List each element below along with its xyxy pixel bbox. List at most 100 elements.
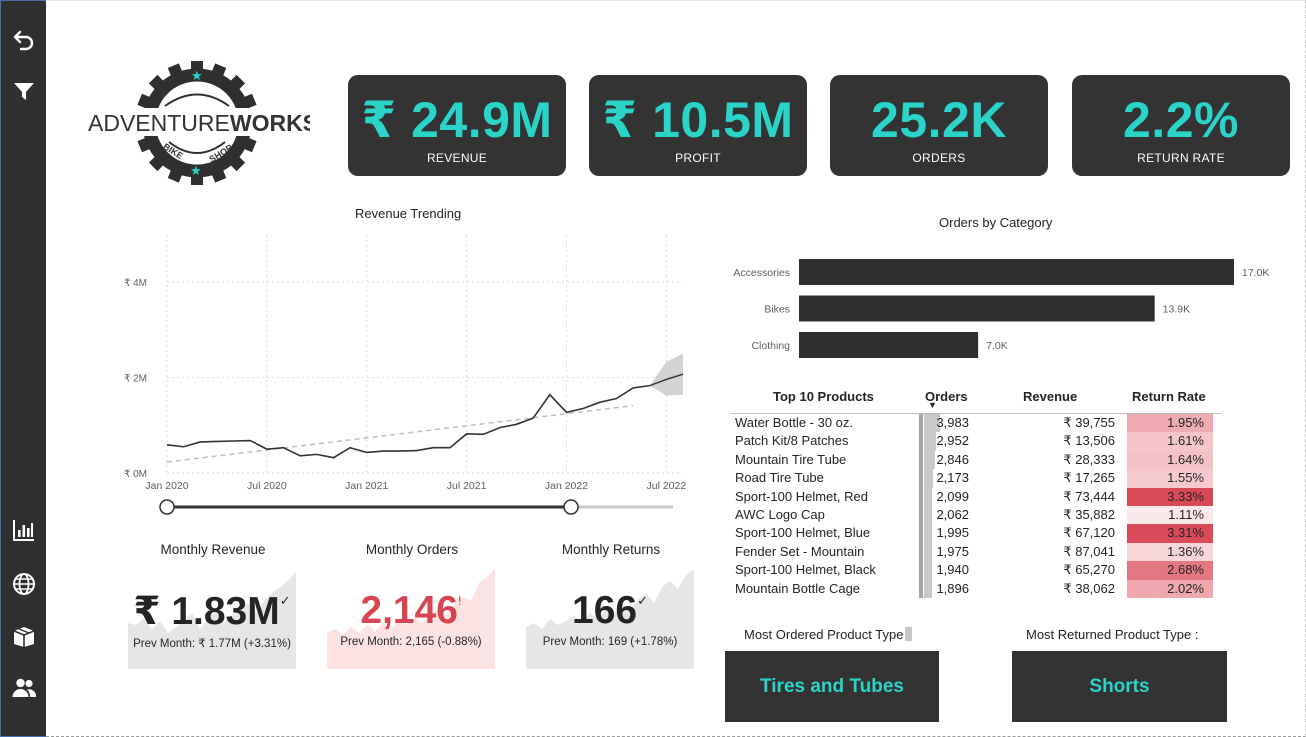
kpi-card-orders[interactable]: 25.2K ORDERS [830, 75, 1048, 176]
filter-button[interactable] [8, 75, 40, 107]
product-page-button[interactable] [8, 620, 40, 652]
category-bar[interactable] [799, 332, 979, 358]
table-row[interactable]: 3.31% Sport-100 Helmet, Blue 1,995 ₹ 67,120 [731, 524, 1221, 543]
x-tick-label: Jan 2021 [345, 480, 388, 492]
orders-by-category-title: Orders by Category [939, 215, 1053, 230]
category-label: Bikes [764, 304, 790, 316]
revenue-trend-chart[interactable]: Jan 2020 Jul 2020 Jan 2021 Jul 2021 Jan 2022… [110, 230, 700, 530]
product-name: Road Tire Tube [735, 470, 824, 486]
kpi-label: ORDERS [912, 151, 966, 165]
slider-handle-start[interactable] [159, 499, 175, 515]
revenue-value: ₹ 28,333 [1063, 451, 1115, 467]
monthly-returns-card[interactable]: 166✓ Prev Month: 169 (+1.78%) [526, 563, 694, 669]
table-row[interactable]: 2.02% Mountain Bottle Cage 1,896 ₹ 38,062 [731, 579, 1221, 598]
y-tick-label: ₹ 0M [124, 469, 147, 480]
bar-data-label: 17.0K [1242, 267, 1269, 279]
orders-data-bar [924, 542, 932, 562]
return-rate-value: 3.31% [1167, 525, 1204, 541]
product-name: Fender Set - Mountain [735, 543, 865, 559]
monthly-orders-title: Monthly Orders [365, 542, 459, 557]
kpi-label: PROFIT [675, 151, 721, 165]
monthly-revenue-prev: Prev Month: ₹ 1.77M (+3.31%) [133, 638, 291, 650]
product-name: Mountain Tire Tube [735, 451, 847, 467]
trend-line [166, 404, 634, 463]
kpi-card-profit[interactable]: ₹ 10.5M PROFIT [589, 75, 807, 176]
slider-handle-end[interactable] [563, 499, 579, 515]
monthly-orders-card[interactable]: 2,146! Prev Month: 2,165 (-0.88%) [327, 563, 495, 669]
x-tick-label: Jan 2020 [145, 480, 188, 492]
product-name: Patch Kit/8 Patches [735, 433, 849, 449]
orders-value: 1,896 [936, 580, 969, 596]
monthly-returns-value: 166✓ [572, 589, 648, 632]
table-row[interactable]: 1.55% Road Tire Tube 2,173 ₹ 17,265 [731, 469, 1221, 488]
orders-by-category-chart[interactable]: Accessories 17.0K Bikes 13.9K Clothing 7.0K [722, 245, 1282, 370]
return-rate-cell: 2.02% [1127, 579, 1213, 598]
return-rate-value: 2.02% [1167, 580, 1204, 596]
y-tick-label: ₹ 2M [124, 374, 147, 385]
status-check-icon: ✓ [637, 593, 648, 608]
x-tick-label: Jul 2020 [247, 480, 287, 492]
return-rate-value: 3.33% [1167, 488, 1204, 504]
monthly-revenue-card[interactable]: ₹ 1.83M✓ Prev Month: ₹ 1.77M (+3.31%) [128, 563, 296, 669]
customer-page-button[interactable] [8, 672, 40, 704]
return-rate-value: 1.64% [1167, 451, 1204, 467]
product-name: Water Bottle - 30 oz. [735, 415, 854, 430]
revenue-value: ₹ 38,062 [1063, 580, 1115, 596]
orders-value: 1,940 [936, 562, 969, 578]
return-rate-cell: 1.61% [1127, 432, 1213, 451]
monthly-revenue-value: ₹ 1.83M✓ [133, 590, 291, 633]
revenue-series-line [166, 384, 650, 459]
col-header-product[interactable]: Top 10 Products [773, 389, 874, 404]
back-button[interactable] [8, 23, 40, 55]
table-row[interactable]: 1.61% Patch Kit/8 Patches 2,952 ₹ 13,506 [731, 432, 1221, 451]
users-icon [12, 678, 37, 697]
kpi-value: ₹ 24.9M [361, 92, 553, 148]
orders-value: 1,995 [936, 525, 969, 541]
kpi-value: 25.2K [871, 92, 1007, 148]
globe-icon [13, 573, 35, 595]
orders-data-bar [924, 505, 933, 525]
orders-data-bar [924, 432, 936, 451]
revenue-value: ₹ 13,506 [1063, 433, 1115, 449]
kpi-card-revenue[interactable]: ₹ 24.9M REVENUE [348, 75, 566, 176]
col-header-return-rate[interactable]: Return Rate [1132, 389, 1206, 404]
table-row[interactable]: 1.95% Water Bottle - 30 oz. 3,983 ₹ 39,755 [731, 414, 1221, 433]
category-bar[interactable] [799, 295, 1155, 322]
x-tick-label: Jan 2022 [545, 480, 588, 492]
return-rate-cell: 1.64% [1127, 450, 1213, 470]
most-ordered-card[interactable]: Tires and Tubes [725, 651, 939, 722]
box-icon [13, 627, 35, 647]
return-rate-value: 1.61% [1167, 433, 1204, 449]
orders-value: 2,952 [936, 433, 969, 449]
revenue-value: ₹ 39,755 [1063, 415, 1115, 430]
bar-data-label: 7.0K [986, 340, 1008, 352]
table-row[interactable]: 1.36% Fender Set - Mountain 1,975 ₹ 87,041 [731, 542, 1221, 562]
forecast-band [649, 353, 683, 396]
logo-star-bottom: ★ [190, 163, 202, 178]
overview-page-button[interactable] [8, 514, 40, 546]
bar-data-label: 13.9K [1163, 304, 1190, 316]
most-returned-card[interactable]: Shorts [1012, 651, 1227, 722]
sort-desc-icon: ▼ [928, 400, 937, 410]
category-label: Clothing [751, 340, 790, 352]
kpi-card-return-rate[interactable]: 2.2% RETURN RATE [1072, 75, 1290, 176]
col-header-revenue[interactable]: Revenue [1023, 389, 1077, 404]
orders-value: 2,846 [936, 451, 969, 467]
table-row[interactable]: 1.64% Mountain Tire Tube 2,846 ₹ 28,333 [731, 450, 1221, 470]
most-ordered-label: Most Ordered Product Type [744, 627, 913, 642]
table-header: Top 10 Products Orders ▼ Revenue Return … [731, 385, 1221, 414]
table-row[interactable]: 2.68% Sport-100 Helmet, Black 1,940 ₹ 65,27… [731, 561, 1221, 580]
table-row[interactable]: 1.11% AWC Logo Cap 2,062 ₹ 35,882 [731, 505, 1221, 525]
return-rate-cell: 2.68% [1127, 561, 1213, 580]
map-page-button[interactable] [8, 568, 40, 600]
return-rate-cell: 1.36% [1127, 542, 1213, 562]
revenue-value: ₹ 35,882 [1063, 506, 1115, 522]
status-check-icon: ✓ [279, 593, 291, 608]
table-scrollbar[interactable] [919, 414, 923, 598]
text-cursor [905, 627, 913, 641]
category-bar[interactable] [799, 259, 1234, 285]
return-rate-cell: 1.55% [1127, 469, 1213, 488]
kpi-label: RETURN RATE [1137, 151, 1225, 165]
orders-value: 2,062 [936, 506, 969, 522]
table-row[interactable]: 3.33% Sport-100 Helmet, Red 2,099 ₹ 73,444 [731, 487, 1221, 506]
